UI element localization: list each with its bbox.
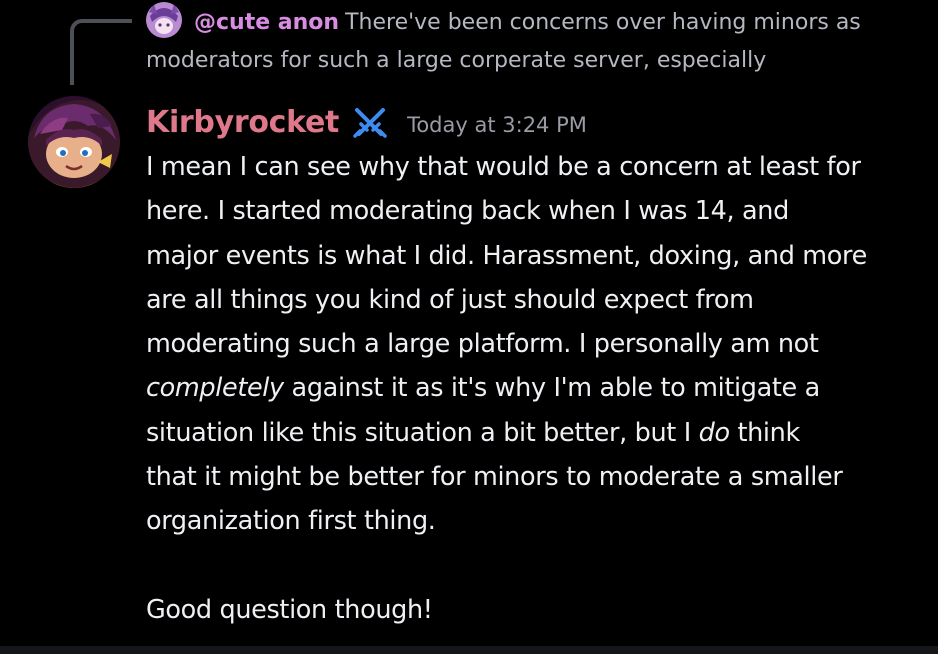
crossed-swords-moderator-icon[interactable] <box>351 105 389 139</box>
message-line: I mean I can see why that would be a con… <box>146 152 861 182</box>
reply-preview[interactable]: @cute anon There've been concerns over ha… <box>146 4 926 80</box>
user-avatar[interactable] <box>28 96 120 188</box>
message-line: completely against it as it's why I'm ab… <box>146 366 926 410</box>
message-header: Kirbyrocket Today at 3:24 PM <box>146 100 587 144</box>
message-text: against it as it's why I'm able to mitig… <box>283 373 821 404</box>
message-line: moderating such a large platform. I pers… <box>146 329 819 360</box>
message-text: situation like this situation a bit bett… <box>146 417 699 448</box>
reply-connector-line <box>70 19 132 85</box>
message-line: that it might be better for minors to mo… <box>146 462 843 493</box>
italic-text: do <box>698 417 730 448</box>
message-line: organization first thing. <box>146 506 436 537</box>
reply-text-line2: moderators for such a large corperate se… <box>146 48 767 73</box>
reply-text-line1: There've been concerns over having minor… <box>345 10 861 35</box>
message-content: I mean I can see why that would be a con… <box>146 145 926 632</box>
message-username[interactable]: Kirbyrocket <box>146 105 339 140</box>
bottom-divider <box>0 646 938 654</box>
message-line: Good question though! <box>146 594 433 625</box>
message-text: think <box>729 417 800 448</box>
user-avatar-icon <box>28 96 120 188</box>
reply-username[interactable]: @cute anon <box>194 10 339 35</box>
message-line: here. I started moderating back when I w… <box>146 196 789 227</box>
message-timestamp[interactable]: Today at 3:24 PM <box>407 113 587 137</box>
message-line: major events is what I did. Harassment, … <box>146 240 867 271</box>
message-line: are all things you kind of just should e… <box>146 284 754 315</box>
italic-text: completely <box>146 373 284 404</box>
message-line: situation like this situation a bit bett… <box>146 411 926 455</box>
